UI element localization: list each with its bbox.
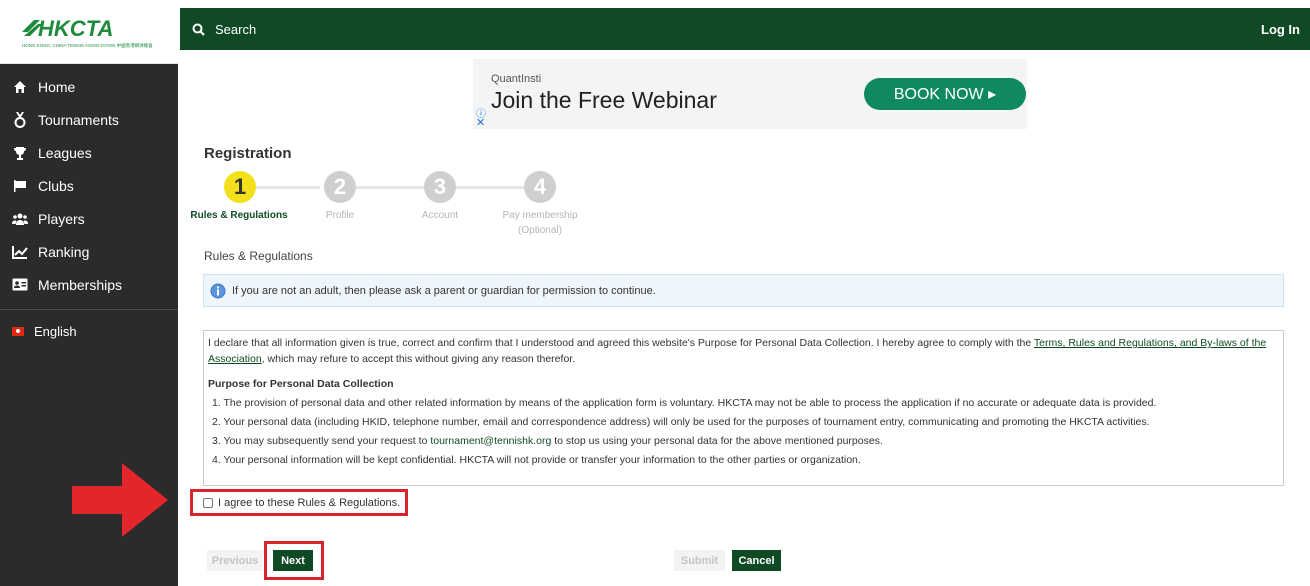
agree-checkbox-row[interactable]: I agree to these Rules & Regulations. [190,489,408,516]
step-3-label: Account [421,210,459,221]
sidebar-item-label: Players [38,210,85,227]
step-2-circle: 2 [324,171,356,203]
registration-stepper: 1 2 3 4 Rules & Regulations Profile Acco… [190,170,610,240]
section-label: Rules & Regulations [204,249,313,263]
ad-brand: QuantInsti [491,73,542,85]
page-title: Registration [204,145,292,162]
info-icon [210,283,226,299]
sidebar-item-label: Leagues [38,144,92,161]
sidebar-item-label: Ranking [38,243,90,260]
ad-close-icon[interactable]: ✕ [476,116,485,129]
home-icon [12,79,28,95]
step-2-label: Profile [325,210,355,221]
sidebar-nav: Home Tournaments Leagues Clubs Players R… [0,70,178,346]
sidebar-item-home[interactable]: Home [0,70,178,103]
sidebar-item-label: Home [38,78,76,95]
info-message: If you are not an adult, then please ask… [232,284,656,297]
sidebar-item-tournaments[interactable]: Tournaments [0,103,178,136]
purpose-3-post: to stop us using your personal data for … [551,435,883,447]
medal-icon [12,111,28,128]
step-3-circle: 3 [424,171,456,203]
flag-icon [12,178,28,194]
step-4-circle: 4 [524,171,556,203]
hkcta-logo: HKCTA HONG KONG, CHINA TENNIS ASSOCIATIO… [22,16,153,49]
logo-title: HKCTA [38,16,113,41]
purpose-item: 2. Your personal data (including HKID, t… [212,416,1150,428]
id-card-icon [12,277,28,293]
search-button[interactable]: Search [192,22,256,37]
search-icon [192,23,205,36]
terms-box: I declare that all information given is … [203,330,1284,486]
logo[interactable]: HKCTA HONG KONG, CHINA TENNIS ASSOCIATIO… [0,0,178,64]
sidebar-item-ranking[interactable]: Ranking [0,235,178,268]
contact-email-link[interactable]: tournament@tennishk.org [430,435,551,447]
sidebar-item-label: Tournaments [38,111,119,128]
purpose-item: 3. You may subsequently send your reques… [208,433,1279,449]
advertisement[interactable]: QuantInsti Join the Free Webinar ⓘ ✕ BOO… [473,59,1027,129]
previous-button[interactable]: Previous [207,550,263,571]
agree-checkbox[interactable] [203,497,213,508]
ad-headline[interactable]: Join the Free Webinar [491,87,717,114]
next-button[interactable]: Next [273,550,313,571]
declaration-post: , which may refure to accept this withou… [261,353,576,365]
ad-book-now-button[interactable]: BOOK NOW ▸ [864,78,1026,110]
logo-subtitle: HONG KONG, CHINA TENNIS ASSOCIATION 中國香港… [22,42,153,49]
purpose-item: 4. Your personal information will be kep… [212,454,861,466]
purpose-item: 1. The provision of personal data and ot… [212,397,1157,409]
language-selector[interactable]: English [0,316,178,346]
info-alert: If you are not an adult, then please ask… [203,274,1284,307]
cancel-button[interactable]: Cancel [732,550,781,571]
purpose-heading: Purpose for Personal Data Collection [208,378,394,390]
trophy-icon [12,145,28,161]
sidebar-item-clubs[interactable]: Clubs [0,169,178,202]
hk-flag-icon [12,326,24,336]
sidebar-item-players[interactable]: Players [0,202,178,235]
red-arrow-annotation [72,463,168,537]
search-label: Search [215,21,257,37]
declaration-text: I declare that all information given is … [208,335,1279,367]
step-1-label: Rules & Regulations [190,210,288,221]
step-connector [356,186,424,189]
players-icon [12,211,28,227]
chart-line-icon [12,244,28,260]
sidebar-divider [0,309,178,310]
sidebar-item-memberships[interactable]: Memberships [0,268,178,301]
submit-button[interactable]: Submit [674,550,725,571]
step-4-label: Pay membership (Optional) [502,210,578,236]
language-label: English [34,323,77,339]
agree-label[interactable]: I agree to these Rules & Regulations. [218,497,400,509]
step-connector [456,186,524,189]
sidebar-item-label: Clubs [38,177,74,194]
sidebar-item-leagues[interactable]: Leagues [0,136,178,169]
step-connector [256,186,320,189]
sidebar-item-label: Memberships [38,276,123,293]
login-link[interactable]: Log In [1261,22,1300,37]
declaration-pre: I declare that all information given is … [208,337,1034,349]
purpose-3-pre: 3. You may subsequently send your reques… [212,435,431,447]
step-1-circle: 1 [224,171,256,203]
top-bar: Search Log In [180,8,1310,50]
